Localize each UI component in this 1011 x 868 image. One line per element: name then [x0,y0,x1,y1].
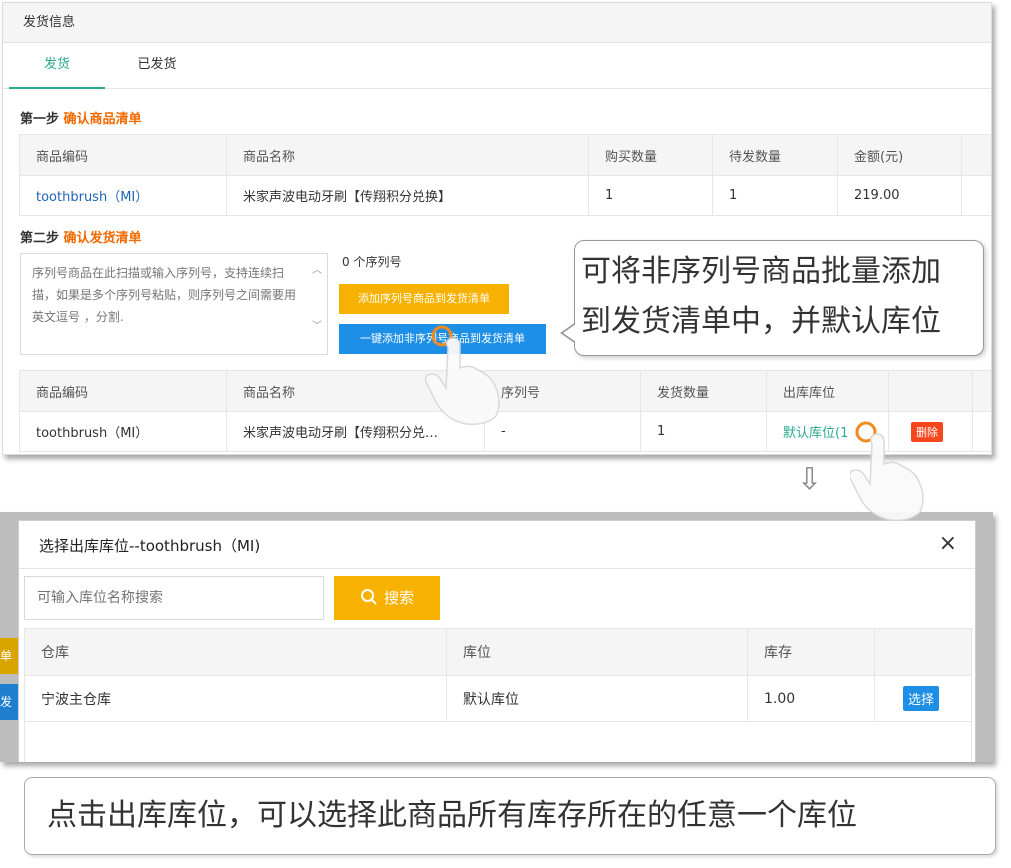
dialog-title: 选择出库库位--toothbrush（MI) [39,537,261,555]
step1-heading: 第一步 确认商品清单 [20,108,142,127]
tab-bar: 发货 已发货 [3,43,991,89]
table-row: 宁波主仓库 默认库位 1.00 选择 [24,675,972,722]
panel-title: 发货信息 [3,3,991,43]
side-button-partial[interactable]: 单 [0,638,18,674]
empty-cell [24,721,972,762]
select-button[interactable]: 选择 [903,686,940,711]
ship-qty: 1 [640,411,767,452]
step1-label: 确认商品清单 [63,112,142,127]
action-cell: 选择 [874,675,972,722]
col-header: 库位 [446,628,748,676]
product-name: 米家声波电动牙刷【传翔积分兑换】 [226,175,589,216]
callout-batch-add: 可将非序列号商品批量添加 到发货清单中，并默认库位 [574,240,984,356]
product-code-link[interactable]: toothbrush（MI） [19,175,227,216]
col-header: 发货数量 [640,370,767,412]
step2-prefix: 第二步 [20,231,60,246]
empty-cell [961,175,991,216]
down-arrow-icon: ⇩ [797,462,823,497]
amount: 219.00 [837,175,962,216]
col-header: 商品编码 [19,370,227,412]
warehouse-name: 宁波主仓库 [24,675,447,722]
search-button[interactable]: 搜索 [334,576,440,620]
search-button-label: 搜索 [383,589,414,607]
product-code: toothbrush（MI） [19,411,227,452]
side-button-partial[interactable]: 发 [0,684,18,720]
callout-tail-inner [563,324,576,342]
callout-line: 可将非序列号商品批量添加 [581,254,941,289]
serial-input[interactable] [20,253,328,355]
col-header: 购买数量 [588,134,713,176]
dialog-header: 选择出库库位--toothbrush（MI) × [19,521,975,569]
stock-qty: 1.00 [747,675,875,722]
col-header: 仓库 [24,628,447,676]
empty-cell [972,411,991,452]
textarea-scrollbar[interactable]: ︿ ﹀ [312,261,326,332]
search-icon [360,589,377,605]
scroll-down-icon[interactable]: ﹀ [312,317,326,332]
col-header-empty [972,370,991,412]
location-table: 仓库 库位 库存 宁波主仓库 默认库位 1.00 选择 [24,628,972,762]
select-location-dialog: 选择出库库位--toothbrush（MI) × 搜索 仓库 库位 库存 宁波主… [18,520,976,762]
product-table: 商品编码 商品名称 购买数量 待发数量 金额(元) toothbrush（MI）… [19,134,991,216]
col-header-empty [961,134,991,176]
tab-ship[interactable]: 发货 [9,43,105,89]
pending-qty: 1 [712,175,838,216]
col-header: 待发数量 [712,134,838,176]
scroll-up-icon[interactable]: ︿ [312,261,326,317]
col-header-empty [888,370,973,412]
callout-location-hint: 点击出库库位，可以选择此商品所有库存所在的任意一个库位 [24,777,996,855]
hand-pointer-icon [424,325,500,426]
close-icon[interactable]: × [939,531,957,556]
add-serial-button[interactable]: 添加序列号商品到发货清单 [339,284,509,314]
location-search-input[interactable] [24,576,324,620]
col-header: 商品名称 [226,134,589,176]
table-header-row: 仓库 库位 库存 [24,628,972,676]
col-header-empty [874,628,972,676]
serial-count: 0 个序列号 [342,255,402,269]
purchase-qty: 1 [588,175,713,216]
table-header-row: 商品编码 商品名称 购买数量 待发数量 金额(元) [19,134,991,176]
step2-heading: 第二步 确认发货清单 [20,227,142,246]
step2-label: 确认发货清单 [63,231,142,246]
hand-pointer-icon [850,421,924,522]
col-header: 商品编码 [19,134,227,176]
table-row: toothbrush（MI） 米家声波电动牙刷【传翔积分兑换】 1 1 219.… [19,175,991,216]
col-header: 金额(元) [837,134,962,176]
tab-shipped[interactable]: 已发货 [107,43,207,89]
empty-row [24,721,972,762]
col-header: 库存 [747,628,875,676]
callout-line: 到发货清单中，并默认库位 [581,304,941,339]
dialog-backdrop: 单 发 选择出库库位--toothbrush（MI) × 搜索 仓库 库位 库存… [0,512,993,762]
step1-prefix: 第一步 [20,112,60,127]
col-header: 出库库位 [766,370,889,412]
location-name: 默认库位 [446,675,748,722]
